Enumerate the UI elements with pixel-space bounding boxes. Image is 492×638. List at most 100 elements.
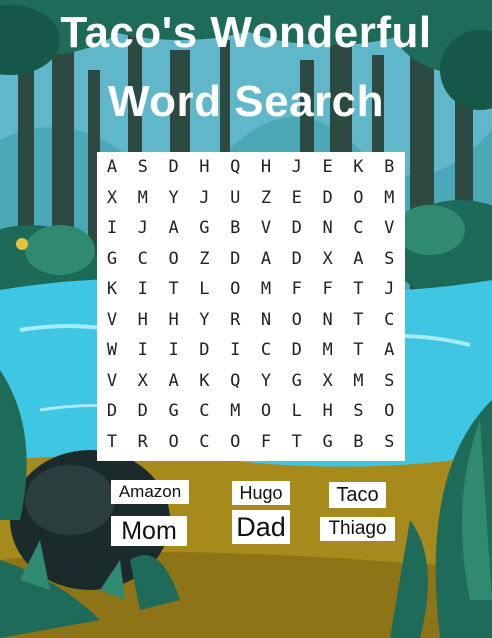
- grid-cell[interactable]: Y: [251, 366, 281, 396]
- grid-cell[interactable]: R: [128, 427, 158, 457]
- grid-cell[interactable]: C: [189, 427, 219, 457]
- grid-cell[interactable]: A: [159, 213, 189, 243]
- grid-cell[interactable]: C: [374, 305, 404, 335]
- grid-cell[interactable]: L: [189, 274, 219, 304]
- grid-cell[interactable]: O: [374, 396, 404, 426]
- grid-cell[interactable]: G: [159, 396, 189, 426]
- grid-cell[interactable]: D: [313, 183, 343, 213]
- grid-cell[interactable]: J: [128, 213, 158, 243]
- grid-cell[interactable]: B: [220, 213, 250, 243]
- grid-cell[interactable]: M: [128, 183, 158, 213]
- grid-cell[interactable]: T: [97, 427, 127, 457]
- grid-cell[interactable]: U: [220, 183, 250, 213]
- grid-cell[interactable]: A: [159, 366, 189, 396]
- grid-cell[interactable]: D: [220, 244, 250, 274]
- grid-cell[interactable]: O: [220, 274, 250, 304]
- grid-cell[interactable]: H: [189, 152, 219, 182]
- grid-cell[interactable]: J: [374, 274, 404, 304]
- grid-cell[interactable]: I: [97, 213, 127, 243]
- grid-cell[interactable]: R: [220, 305, 250, 335]
- grid-cell[interactable]: I: [128, 274, 158, 304]
- grid-cell[interactable]: W: [97, 335, 127, 365]
- grid-cell[interactable]: F: [251, 427, 281, 457]
- grid-cell[interactable]: X: [313, 244, 343, 274]
- grid-cell[interactable]: H: [159, 305, 189, 335]
- grid-cell[interactable]: Y: [189, 305, 219, 335]
- grid-cell[interactable]: M: [251, 274, 281, 304]
- grid-cell[interactable]: O: [251, 396, 281, 426]
- grid-cell[interactable]: A: [343, 244, 373, 274]
- grid-cell[interactable]: K: [97, 274, 127, 304]
- grid-cell[interactable]: M: [220, 396, 250, 426]
- grid-cell[interactable]: D: [97, 396, 127, 426]
- grid-cell[interactable]: N: [313, 305, 343, 335]
- grid-cell[interactable]: X: [313, 366, 343, 396]
- grid-cell[interactable]: G: [189, 213, 219, 243]
- grid-cell[interactable]: O: [343, 183, 373, 213]
- grid-cell[interactable]: H: [128, 305, 158, 335]
- grid-cell[interactable]: V: [251, 213, 281, 243]
- grid-cell[interactable]: J: [189, 183, 219, 213]
- grid-cell[interactable]: O: [282, 305, 312, 335]
- grid-cell[interactable]: H: [313, 396, 343, 426]
- grid-cell[interactable]: I: [159, 335, 189, 365]
- grid-cell[interactable]: O: [159, 244, 189, 274]
- grid-cell[interactable]: S: [374, 366, 404, 396]
- grid-cell[interactable]: K: [343, 152, 373, 182]
- grid-cell[interactable]: M: [313, 335, 343, 365]
- grid-cell[interactable]: A: [251, 244, 281, 274]
- grid-cell[interactable]: X: [97, 183, 127, 213]
- grid-cell[interactable]: I: [220, 335, 250, 365]
- grid-cell[interactable]: H: [251, 152, 281, 182]
- grid-cell[interactable]: Z: [251, 183, 281, 213]
- grid-cell[interactable]: E: [282, 183, 312, 213]
- grid-cell[interactable]: A: [374, 335, 404, 365]
- grid-cell[interactable]: D: [189, 335, 219, 365]
- grid-cell[interactable]: V: [374, 213, 404, 243]
- grid-cell[interactable]: O: [159, 427, 189, 457]
- grid-cell[interactable]: C: [128, 244, 158, 274]
- grid-cell[interactable]: O: [220, 427, 250, 457]
- grid-cell[interactable]: D: [282, 335, 312, 365]
- grid-cell[interactable]: S: [374, 244, 404, 274]
- grid-cell[interactable]: B: [374, 152, 404, 182]
- grid-cell[interactable]: D: [282, 213, 312, 243]
- grid-cell[interactable]: D: [128, 396, 158, 426]
- grid-cell[interactable]: J: [282, 152, 312, 182]
- grid-cell[interactable]: C: [189, 396, 219, 426]
- grid-cell[interactable]: G: [282, 366, 312, 396]
- grid-cell[interactable]: A: [97, 152, 127, 182]
- grid-cell[interactable]: T: [159, 274, 189, 304]
- grid-cell[interactable]: V: [97, 366, 127, 396]
- grid-cell[interactable]: V: [97, 305, 127, 335]
- grid-cell[interactable]: T: [343, 274, 373, 304]
- grid-cell[interactable]: D: [159, 152, 189, 182]
- grid-cell[interactable]: N: [313, 213, 343, 243]
- grid-cell[interactable]: G: [313, 427, 343, 457]
- grid-cell[interactable]: F: [282, 274, 312, 304]
- grid-cell[interactable]: Q: [220, 152, 250, 182]
- grid-cell[interactable]: F: [313, 274, 343, 304]
- grid-cell[interactable]: X: [128, 366, 158, 396]
- grid-cell[interactable]: T: [343, 335, 373, 365]
- grid-cell[interactable]: S: [374, 427, 404, 457]
- grid-cell[interactable]: G: [97, 244, 127, 274]
- grid-cell[interactable]: T: [282, 427, 312, 457]
- grid-cell[interactable]: L: [282, 396, 312, 426]
- grid-cell[interactable]: M: [343, 366, 373, 396]
- grid-cell[interactable]: S: [128, 152, 158, 182]
- grid-cell[interactable]: N: [251, 305, 281, 335]
- grid-cell[interactable]: K: [189, 366, 219, 396]
- grid-cell[interactable]: M: [374, 183, 404, 213]
- grid-cell[interactable]: T: [343, 305, 373, 335]
- grid-cell[interactable]: Y: [159, 183, 189, 213]
- grid-cell[interactable]: I: [128, 335, 158, 365]
- grid-cell[interactable]: C: [251, 335, 281, 365]
- grid-cell[interactable]: S: [343, 396, 373, 426]
- grid-cell[interactable]: Z: [189, 244, 219, 274]
- grid-cell[interactable]: D: [282, 244, 312, 274]
- grid-cell[interactable]: Q: [220, 366, 250, 396]
- grid-cell[interactable]: E: [313, 152, 343, 182]
- grid-cell[interactable]: B: [343, 427, 373, 457]
- grid-cell[interactable]: C: [343, 213, 373, 243]
